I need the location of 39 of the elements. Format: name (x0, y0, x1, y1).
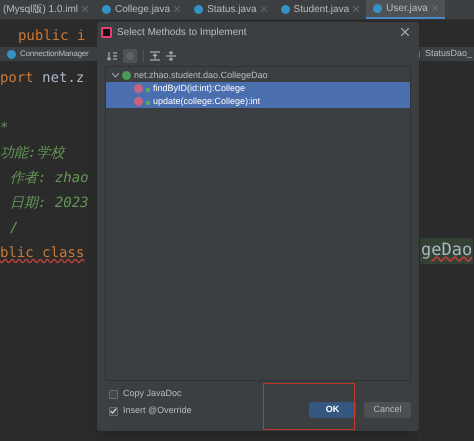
app-icon (101, 26, 112, 38)
file-tab[interactable]: StatusDao_ (424, 47, 472, 61)
checkbox-label[interactable]: Copy JavaDoc (123, 387, 182, 401)
tree-item[interactable]: update(college:College):int (106, 95, 410, 108)
interface-icon (122, 71, 131, 80)
editor-tab[interactable]: College.java (95, 0, 188, 19)
code-text: 日期: 2023 (10, 195, 89, 211)
code-text: blic class (0, 245, 84, 261)
class-icon (280, 4, 290, 14)
collapse-all-icon[interactable] (166, 50, 176, 60)
code-text: / (10, 220, 18, 236)
cancel-button[interactable]: Cancel (364, 402, 411, 418)
class-icon (373, 4, 382, 12)
class-icon (194, 4, 204, 14)
code-text: port net.z (0, 70, 84, 86)
code-text: geDao (420, 238, 474, 264)
file-tab[interactable]: ConnectionManager (20, 48, 89, 60)
checkbox[interactable] (109, 406, 118, 416)
sort-icon[interactable] (107, 50, 117, 60)
code-text: * (0, 120, 8, 136)
chevron-icon[interactable] (112, 73, 119, 78)
editor-tab[interactable]: (Mysql版) 1.0.iml (0, 0, 96, 19)
dialog-title: Select Methods to Implement (117, 26, 247, 40)
class-icon (102, 4, 112, 14)
class-icon (7, 50, 16, 58)
code-text: 功能:学校 (0, 145, 64, 161)
editor-tab[interactable]: User.java (366, 0, 445, 19)
expand-all-icon[interactable] (150, 50, 160, 60)
checkbox-label[interactable]: Insert @Override (123, 404, 192, 418)
editor-tab[interactable]: Student.java (274, 0, 366, 19)
checkbox[interactable] (109, 390, 118, 398)
code-text: 作者: zhao (10, 170, 89, 186)
tree-item[interactable]: net.zhao.student.dao.CollegeDao (134, 68, 268, 82)
close-icon[interactable] (401, 28, 409, 36)
toggle-button[interactable] (123, 48, 137, 62)
editor-tab[interactable]: Status.java (187, 0, 274, 19)
ok-button[interactable]: OK (309, 402, 356, 418)
code-text: public i (18, 29, 86, 43)
tree-item[interactable]: findByID(id:int):College (106, 82, 410, 95)
